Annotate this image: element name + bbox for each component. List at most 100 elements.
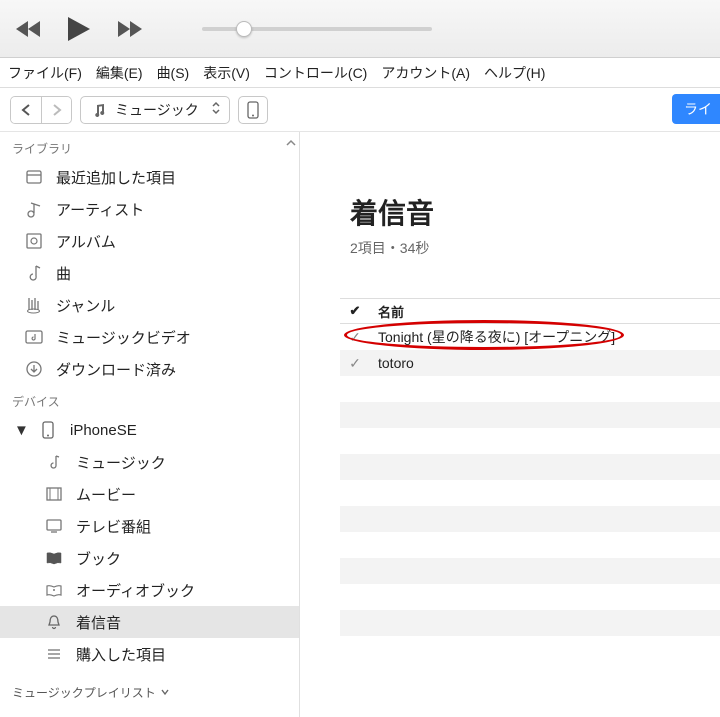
table-row[interactable] (340, 506, 720, 532)
download-icon (24, 359, 44, 379)
sidebar-device-music[interactable]: ミュージック (0, 446, 299, 478)
sidebar-item-label: 曲 (56, 263, 71, 284)
sidebar-item-label: ムービー (76, 484, 136, 505)
sidebar: ライブラリ 最近追加した項目 アーティスト アルバム 曲 ジャンル ミュージック… (0, 132, 300, 717)
prev-track-button[interactable] (16, 19, 44, 39)
music-note-icon (89, 100, 109, 120)
category-select-label: ミュージック (115, 100, 199, 120)
book-icon (44, 548, 64, 568)
artist-icon (24, 199, 44, 219)
sidebar-item-label: 購入した項目 (76, 644, 166, 665)
table-row[interactable]: ✓ totoro (340, 350, 720, 376)
menu-bar: ファイル(F) 編集(E) 曲(S) 表示(V) コントロール(C) アカウント… (0, 58, 720, 88)
bell-icon (44, 612, 64, 632)
player-bar (0, 0, 720, 58)
sidebar-item-label: 最近追加した項目 (56, 167, 176, 188)
menu-help[interactable]: ヘルプ(H) (484, 63, 545, 83)
chevron-down-icon (160, 686, 170, 700)
sidebar-item-musicvideo[interactable]: ミュージックビデオ (0, 321, 299, 353)
sidebar-item-label: ミュージック (76, 452, 166, 473)
menu-file[interactable]: ファイル(F) (8, 63, 82, 83)
sidebar-device-audiobook[interactable]: オーディオブック (0, 574, 299, 606)
column-name-header[interactable]: 名前 (370, 302, 404, 321)
sidebar-playlists-label: ミュージックプレイリスト (12, 684, 156, 701)
purchased-icon (44, 644, 64, 664)
music-note-icon (44, 452, 64, 472)
row-checkbox[interactable]: ✓ (340, 329, 370, 346)
table-row[interactable] (340, 428, 720, 454)
player-controls (16, 15, 142, 43)
sidebar-item-label: アーティスト (56, 199, 144, 220)
phone-icon (38, 420, 58, 440)
genre-icon (24, 295, 44, 315)
page-title: 着信音 (340, 192, 720, 232)
sidebar-item-genre[interactable]: ジャンル (0, 289, 299, 321)
sidebar-item-label: ミュージックビデオ (56, 327, 191, 348)
table-row[interactable] (340, 558, 720, 584)
table-row[interactable] (340, 532, 720, 558)
sidebar-item-label: ジャンル (56, 295, 115, 316)
sidebar-item-downloaded[interactable]: ダウンロード済み (0, 353, 299, 385)
sidebar-device-book[interactable]: ブック (0, 542, 299, 574)
menu-view[interactable]: 表示(V) (203, 63, 250, 83)
sidebar-section-library: ライブラリ (0, 132, 299, 161)
sidebar-item-label: 着信音 (76, 612, 121, 633)
main-split: ライブラリ 最近追加した項目 アーティスト アルバム 曲 ジャンル ミュージック… (0, 132, 720, 717)
sidebar-item-label: アルバム (56, 231, 116, 252)
nav-back-button[interactable] (11, 97, 41, 123)
sidebar-device-ringtone[interactable]: 着信音 (0, 606, 299, 638)
sidebar-item-label: テレビ番組 (76, 516, 151, 537)
menu-account[interactable]: アカウント(A) (381, 63, 470, 83)
table-row[interactable] (340, 402, 720, 428)
device-button[interactable] (238, 96, 268, 124)
music-video-icon (24, 327, 44, 347)
toolbar: ミュージック ライ (0, 88, 720, 132)
sidebar-device-label: iPhoneSE (70, 422, 137, 439)
play-button[interactable] (66, 15, 92, 43)
table-header: ✔ 名前 (340, 298, 720, 324)
sidebar-device-purchased[interactable]: 購入した項目 (0, 638, 299, 670)
next-track-button[interactable] (114, 19, 142, 39)
sidebar-section-playlists[interactable]: ミュージックプレイリスト (0, 670, 299, 705)
column-check-header[interactable]: ✔ (340, 303, 370, 319)
sidebar-item-label: ダウンロード済み (56, 359, 176, 380)
table-row[interactable]: ✓ Tonight (星の降る夜に) [オープニング] (340, 324, 720, 350)
sidebar-item-label: ブック (76, 548, 121, 569)
album-icon (24, 231, 44, 251)
nav-forward-button[interactable] (41, 97, 71, 123)
row-name: Tonight (星の降る夜に) [オープニング] (370, 327, 615, 347)
library-tab-button[interactable]: ライ (672, 94, 720, 124)
row-checkbox[interactable]: ✓ (340, 355, 370, 372)
sidebar-item-album[interactable]: アルバム (0, 225, 299, 257)
audiobook-icon (44, 580, 64, 600)
volume-slider[interactable] (202, 27, 432, 31)
category-select[interactable]: ミュージック (80, 96, 230, 124)
table-row[interactable] (340, 610, 720, 636)
song-icon (24, 263, 44, 283)
content-pane: 着信音 2項目・34秒 ✔ 名前 ✓ Tonight (星の降る夜に) [オープ… (300, 132, 720, 717)
table-row[interactable] (340, 454, 720, 480)
table-row[interactable] (340, 584, 720, 610)
sidebar-section-devices: デバイス (0, 385, 299, 414)
recent-icon (24, 167, 44, 187)
row-name: totoro (370, 355, 414, 371)
tv-icon (44, 516, 64, 536)
menu-control[interactable]: コントロール(C) (264, 63, 367, 83)
sidebar-item-recent[interactable]: 最近追加した項目 (0, 161, 299, 193)
sidebar-device-movie[interactable]: ムービー (0, 478, 299, 510)
sidebar-item-artist[interactable]: アーティスト (0, 193, 299, 225)
movie-icon (44, 484, 64, 504)
menu-song[interactable]: 曲(S) (157, 63, 190, 83)
disclosure-triangle-icon[interactable]: ▼ (14, 422, 24, 439)
page-subtitle: 2項目・34秒 (340, 238, 720, 258)
sidebar-item-songs[interactable]: 曲 (0, 257, 299, 289)
sidebar-device-tv[interactable]: テレビ番組 (0, 510, 299, 542)
menu-edit[interactable]: 編集(E) (96, 63, 143, 83)
table-row[interactable] (340, 376, 720, 402)
table-rows: ✓ Tonight (星の降る夜に) [オープニング] ✓ totoro (340, 324, 720, 636)
sidebar-item-label: オーディオブック (76, 580, 195, 601)
sidebar-device-iphone[interactable]: ▼ iPhoneSE (0, 414, 299, 446)
nav-back-forward (10, 96, 72, 124)
scroll-up-icon[interactable] (285, 136, 297, 152)
table-row[interactable] (340, 480, 720, 506)
